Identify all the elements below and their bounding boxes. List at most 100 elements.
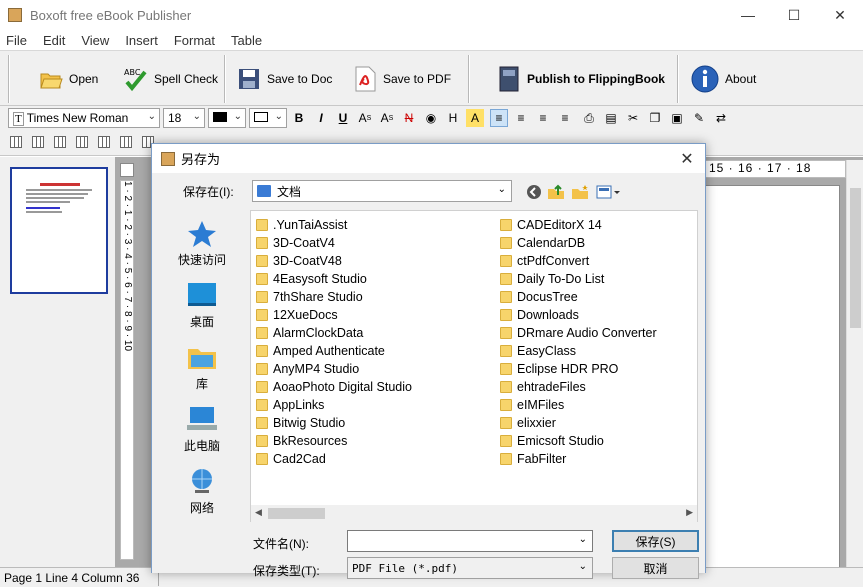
folder-item[interactable]: AlarmClockData <box>256 324 363 342</box>
menu-insert[interactable]: Insert <box>123 33 160 48</box>
scroll-thumb[interactable] <box>850 188 861 328</box>
menu-file[interactable]: File <box>4 33 29 48</box>
folder-item[interactable]: Amped Authenticate <box>256 342 385 360</box>
color-swatch <box>213 112 227 122</box>
folder-item[interactable]: Downloads <box>500 306 579 324</box>
save-button[interactable]: 保存(S) <box>612 530 699 552</box>
folder-item[interactable]: Bitwig Studio <box>256 414 345 432</box>
scroll-thumb[interactable] <box>268 508 325 519</box>
horizontal-scrollbar[interactable]: ◀ ▶ <box>251 505 697 522</box>
bold-button[interactable]: B <box>290 109 308 127</box>
chevron-down-icon[interactable]: ⌄ <box>579 534 587 545</box>
border-select[interactable]: ⌄ <box>249 108 287 128</box>
folder-item[interactable]: AppLinks <box>256 396 324 414</box>
place-network[interactable]: 网络 <box>157 467 247 527</box>
save-to-doc-button[interactable]: Save to Doc <box>236 57 332 101</box>
scroll-left-icon[interactable]: ◀ <box>255 507 262 518</box>
folder-item[interactable]: ctPdfConvert <box>500 252 589 270</box>
folder-item[interactable]: DocusTree <box>500 288 578 306</box>
look-in-combo[interactable]: 文档 ⌄ <box>252 180 512 202</box>
align-center-icon[interactable]: ≡ <box>512 109 530 127</box>
strikethrough-icon[interactable]: N <box>400 109 418 127</box>
back-icon[interactable] <box>525 183 543 201</box>
folder-item[interactable]: Eclipse HDR PRO <box>500 360 618 378</box>
menu-table[interactable]: Table <box>229 33 264 48</box>
folder-item[interactable]: Emicsoft Studio <box>500 432 604 450</box>
folder-item[interactable]: 12XueDocs <box>256 306 338 324</box>
copy-icon[interactable]: ❐ <box>646 109 664 127</box>
menu-edit[interactable]: Edit <box>41 33 67 48</box>
publish-flippingbook-button[interactable]: Publish to FlippingBook <box>496 57 665 101</box>
view-menu-icon[interactable] <box>595 183 623 201</box>
align-justify-icon[interactable]: ≡ <box>534 109 552 127</box>
window-title: Boxoft free eBook Publisher <box>30 8 191 23</box>
superscript-icon[interactable]: AS <box>356 109 374 127</box>
format-painter-icon[interactable]: ✎ <box>690 109 708 127</box>
folder-item[interactable]: .YunTaiAssist <box>256 216 347 234</box>
place-desktop[interactable]: 桌面 <box>157 281 247 341</box>
place-quick-access[interactable]: 快速访问 <box>157 219 247 279</box>
paste-icon[interactable]: ▣ <box>668 109 686 127</box>
font-color-select[interactable]: ⌄ <box>208 108 246 128</box>
preview-icon[interactable]: ▤ <box>602 109 620 127</box>
insert-table-icon[interactable] <box>10 136 22 148</box>
folder-item[interactable]: 7thShare Studio <box>256 288 363 306</box>
globe-icon[interactable]: ◉ <box>422 109 440 127</box>
folder-item[interactable]: 3D-CoatV48 <box>256 252 342 270</box>
folder-item[interactable]: EasyClass <box>500 342 576 360</box>
folder-icon <box>500 399 512 411</box>
up-folder-icon[interactable] <box>547 183 565 201</box>
place-library[interactable]: 库 <box>157 343 247 403</box>
table-grid-icon[interactable] <box>76 136 88 148</box>
menu-format[interactable]: Format <box>172 33 217 48</box>
cancel-button[interactable]: 取消 <box>612 557 699 579</box>
folder-item[interactable]: ehtradeFiles <box>500 378 586 396</box>
folder-item[interactable]: 3D-CoatV4 <box>256 234 335 252</box>
print-icon[interactable]: ⎙ <box>580 109 598 127</box>
about-button[interactable]: About <box>690 57 756 101</box>
folder-item[interactable]: AoaoPhoto Digital Studio <box>256 378 412 396</box>
minimize-button[interactable]: — <box>725 0 771 30</box>
spell-check-button[interactable]: ABC Spell Check <box>123 57 218 101</box>
align-right-icon[interactable]: ≡ <box>556 109 574 127</box>
subscript-icon[interactable]: AS <box>378 109 396 127</box>
table-grid-icon[interactable] <box>54 136 66 148</box>
folder-item[interactable]: Daily To-Do List <box>500 270 604 288</box>
filename-input[interactable]: ⌄ <box>347 530 593 552</box>
highlight-icon[interactable]: A <box>466 109 484 127</box>
folder-item[interactable]: DRmare Audio Converter <box>500 324 657 342</box>
headline-button[interactable]: H <box>444 109 462 127</box>
underline-button[interactable]: U <box>334 109 352 127</box>
font-select[interactable]: TTimes New Roman ⌄ <box>8 108 160 128</box>
menu-view[interactable]: View <box>79 33 111 48</box>
table-grid-icon[interactable] <box>120 136 132 148</box>
italic-button[interactable]: I <box>312 109 330 127</box>
table-grid-icon[interactable] <box>32 136 44 148</box>
close-button[interactable]: ✕ <box>817 0 863 30</box>
align-left-icon[interactable]: ≡ <box>490 109 508 127</box>
folder-item[interactable]: eIMFiles <box>500 396 564 414</box>
place-this-pc[interactable]: 此电脑 <box>157 405 247 465</box>
folder-item[interactable]: 4Easysoft Studio <box>256 270 367 288</box>
file-list[interactable]: .YunTaiAssist 3D-CoatV4 3D-CoatV48 4Easy… <box>250 210 698 522</box>
folder-item[interactable]: BkResources <box>256 432 347 450</box>
open-button[interactable]: Open <box>38 57 98 101</box>
filetype-select[interactable]: PDF File (*.pdf) ⌄ <box>347 557 593 579</box>
folder-item[interactable]: CADEditorX 14 <box>500 216 602 234</box>
folder-item[interactable]: elixxier <box>500 414 556 432</box>
folder-item[interactable]: Cad2Cad <box>256 450 326 468</box>
vertical-scrollbar[interactable] <box>846 160 863 567</box>
scroll-right-icon[interactable]: ▶ <box>686 507 693 518</box>
dialog-close-button[interactable]: ✕ <box>669 144 705 173</box>
folder-item[interactable]: CalendarDB <box>500 234 585 252</box>
new-folder-icon[interactable] <box>571 183 589 201</box>
save-to-pdf-button[interactable]: Save to PDF <box>352 57 451 101</box>
folder-item[interactable]: AnyMP4 Studio <box>256 360 359 378</box>
find-replace-icon[interactable]: ⇄ <box>712 109 730 127</box>
cut-icon[interactable]: ✂ <box>624 109 642 127</box>
table-grid-icon[interactable] <box>98 136 110 148</box>
font-size-select[interactable]: 18 ⌄ <box>163 108 205 128</box>
page-thumbnail[interactable] <box>10 167 108 294</box>
folder-item[interactable]: FabFilter <box>500 450 566 468</box>
maximize-button[interactable]: ☐ <box>771 0 817 30</box>
